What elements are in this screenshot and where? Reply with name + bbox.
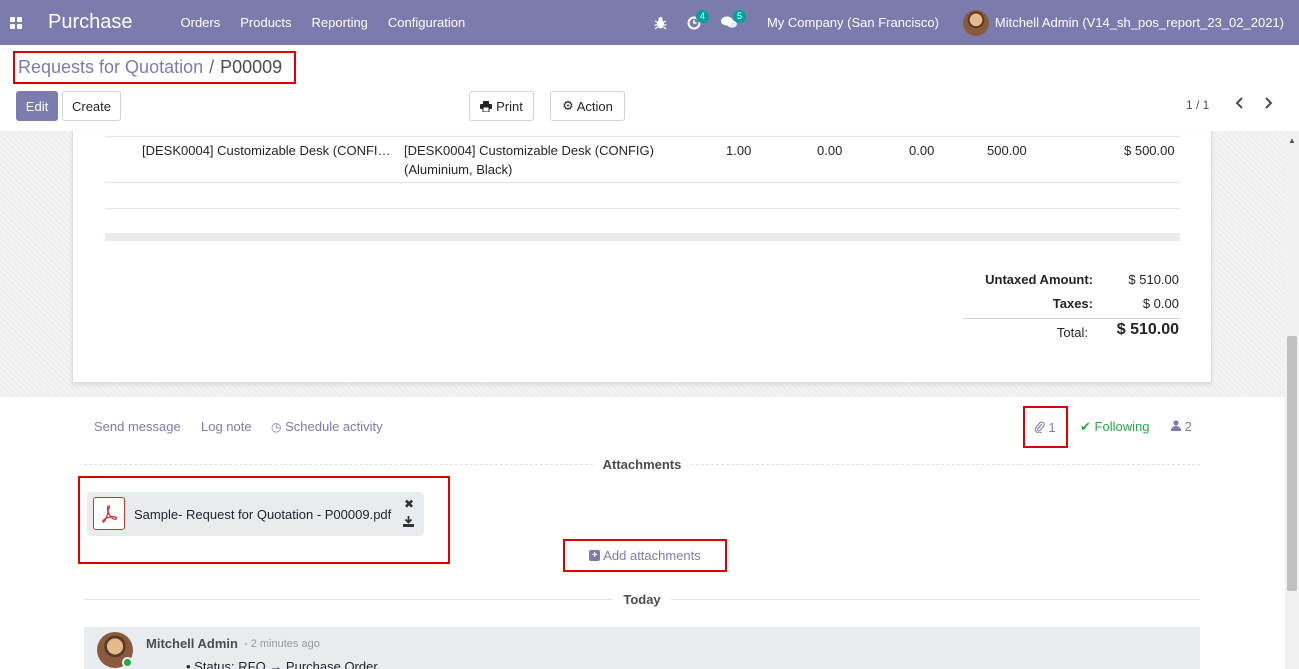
breadcrumb-separator: /: [209, 57, 215, 77]
attachment-card[interactable]: Sample- Request for Quotation - P00009.p…: [87, 492, 424, 536]
send-message-button[interactable]: Send message: [94, 419, 181, 434]
line-description-1[interactable]: [DESK0004] Customizable Desk (CONFIG): [404, 141, 654, 160]
add-attachments-button[interactable]: + Add attachments: [563, 539, 727, 572]
pager-next-icon[interactable]: [1263, 96, 1273, 112]
line-received[interactable]: 0.00: [817, 141, 842, 160]
messages-icon[interactable]: 5: [720, 10, 746, 29]
attachment-count: 1: [1048, 419, 1056, 435]
paperclip-icon: [1035, 421, 1046, 433]
taxes-value: $ 0.00: [1142, 296, 1179, 311]
company-switcher[interactable]: My Company (San Francisco): [767, 15, 939, 30]
followers-button[interactable]: 2: [1171, 419, 1192, 434]
user-icon: [1171, 420, 1181, 431]
menu-products[interactable]: Products: [240, 15, 291, 30]
chatter-message: Mitchell Admin - 2 minutes ago • Status:…: [84, 627, 1200, 669]
line-billed[interactable]: 0.00: [909, 141, 934, 160]
user-name: Mitchell Admin (V14_sh_pos_report_23_02_…: [994, 15, 1284, 30]
attachment-name[interactable]: Sample- Request for Quotation - P00009.p…: [134, 507, 391, 522]
scrollbar[interactable]: ▲: [1285, 131, 1299, 669]
remove-attachment-icon[interactable]: ✖: [404, 497, 414, 511]
breadcrumb: Requests for Quotation / P00009: [13, 51, 296, 84]
untaxed-amount-label: Untaxed Amount:: [985, 272, 1093, 287]
add-attachments-label: Add attachments: [603, 548, 701, 563]
table-footer: [105, 233, 1180, 241]
table-row-divider: [105, 136, 1180, 137]
plus-square-icon: +: [589, 550, 601, 561]
message-date: - 2 minutes ago: [244, 638, 320, 650]
message-count-badge: 5: [732, 10, 746, 23]
menu-configuration[interactable]: Configuration: [388, 15, 465, 30]
today-title: Today: [623, 592, 661, 607]
print-button[interactable]: Print: [469, 91, 534, 121]
action-label: Action: [576, 98, 613, 114]
line-quantity[interactable]: 1.00: [726, 141, 751, 160]
gear-icon: ⚙: [562, 98, 574, 113]
line-unit-price[interactable]: 500.00: [987, 141, 1027, 160]
message-body-text: Status: RFQ → Purchase Order: [194, 659, 378, 669]
pager-value[interactable]: 1 / 1: [1186, 98, 1209, 112]
schedule-activity-label: Schedule activity: [285, 419, 383, 434]
today-separator: Today: [84, 592, 1200, 607]
create-button[interactable]: Create: [62, 91, 121, 121]
user-avatar: [962, 9, 989, 36]
attachments-separator: Attachments: [84, 457, 1200, 472]
print-label: Print: [496, 98, 523, 114]
action-button[interactable]: ⚙ Action: [550, 91, 625, 121]
scrollbar-thumb[interactable]: [1287, 336, 1297, 591]
following-label: Following: [1094, 419, 1150, 434]
menu-orders[interactable]: Orders: [181, 15, 221, 30]
form-sheet: [DESK0004] Customizable Desk (CONFI… [DE…: [72, 131, 1212, 383]
line-subtotal: $ 500.00: [1124, 143, 1175, 158]
activity-count-badge: 4: [695, 9, 709, 23]
untaxed-amount-value: $ 510.00: [1128, 272, 1179, 287]
bug-icon[interactable]: [654, 16, 667, 30]
totals-divider: [963, 318, 1180, 319]
log-note-button[interactable]: Log note: [201, 419, 252, 434]
total-label: Total:: [1056, 325, 1088, 340]
online-status-icon: [122, 657, 133, 668]
top-navbar: Purchase Orders Products Reporting Confi…: [0, 0, 1299, 45]
line-description-2[interactable]: (Aluminium, Black): [404, 160, 512, 179]
attachments-title: Attachments: [602, 457, 682, 472]
breadcrumb-rfq-link[interactable]: Requests for Quotation: [18, 57, 203, 78]
line-product[interactable]: [DESK0004] Customizable Desk (CONFI…: [142, 141, 391, 160]
edit-button[interactable]: Edit: [16, 91, 58, 121]
download-icon[interactable]: [403, 516, 414, 530]
check-icon: ✔: [1080, 419, 1091, 434]
breadcrumb-current: P00009: [220, 57, 283, 77]
message-author[interactable]: Mitchell Admin: [146, 636, 238, 651]
follower-count: 2: [1184, 419, 1192, 434]
attachment-count-button[interactable]: 1: [1023, 406, 1068, 448]
menu-reporting[interactable]: Reporting: [312, 15, 368, 30]
clock-icon: ◷: [271, 420, 282, 434]
user-menu[interactable]: Mitchell Admin (V14_sh_pos_report_23_02_…: [962, 9, 1284, 36]
pdf-icon: [93, 497, 125, 530]
total-value: $ 510.00: [1116, 321, 1179, 338]
pager-previous-icon[interactable]: [1235, 96, 1245, 112]
scroll-up-icon[interactable]: ▲: [1288, 136, 1296, 145]
table-row-divider: [105, 208, 1180, 209]
message-body: • Status: RFQ → Purchase Order: [186, 659, 378, 669]
following-button[interactable]: ✔ Following: [1080, 419, 1149, 435]
app-title[interactable]: Purchase: [48, 11, 133, 34]
apps-menu-icon[interactable]: [0, 0, 32, 45]
taxes-label: Taxes:: [1052, 296, 1093, 311]
activity-clock-icon[interactable]: 4: [687, 9, 709, 30]
schedule-activity-button[interactable]: ◷ Schedule activity: [271, 419, 383, 434]
print-icon: [480, 100, 493, 112]
table-row-divider: [105, 182, 1180, 183]
